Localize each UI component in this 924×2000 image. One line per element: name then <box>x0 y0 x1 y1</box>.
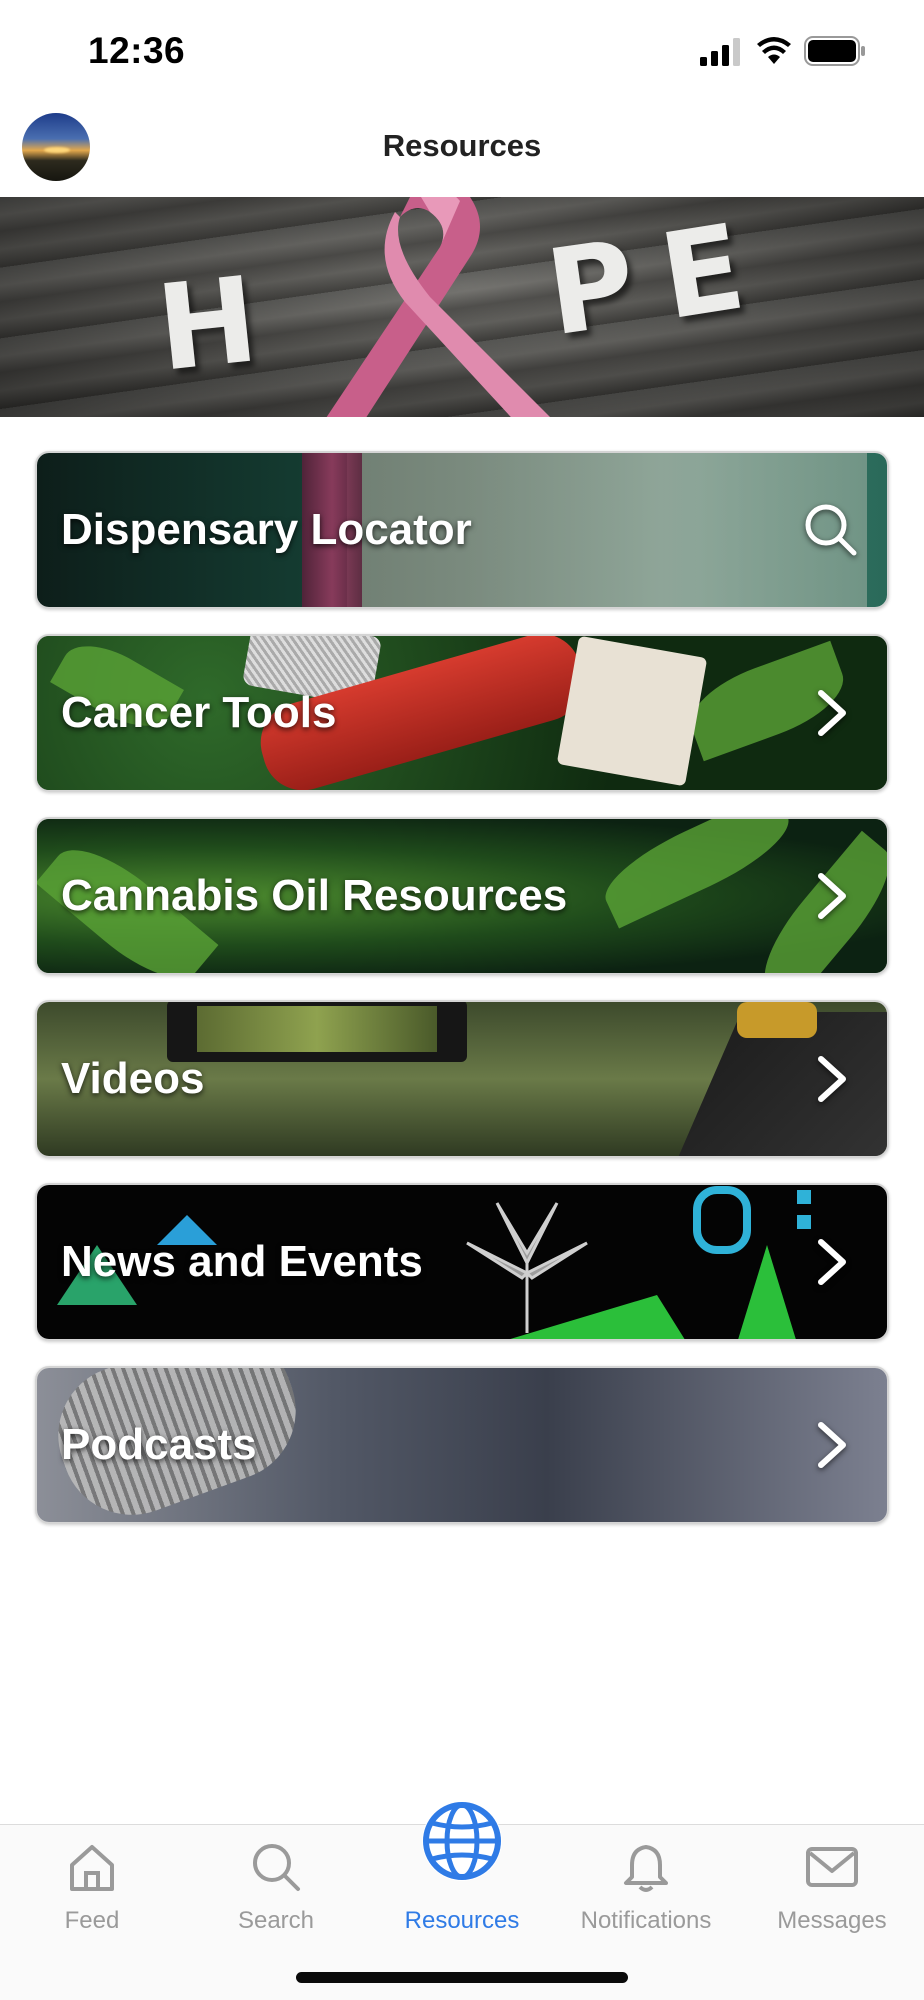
pink-ribbon-icon <box>326 197 550 417</box>
tab-feed[interactable]: Feed <box>0 1825 184 1945</box>
battery-icon <box>804 36 865 66</box>
tab-label: Feed <box>64 1907 120 1934</box>
card-label: Videos <box>61 1054 205 1103</box>
chevron-right-icon <box>818 1056 846 1102</box>
chevron-right-icon <box>818 690 846 736</box>
bell-icon <box>624 1845 668 1892</box>
card-label: News and Events <box>61 1237 423 1286</box>
videos-card[interactable]: Videos <box>35 1000 889 1158</box>
status-time: 12:36 <box>88 30 186 71</box>
wifi-icon <box>757 37 791 64</box>
tab-label: Messages <box>777 1907 887 1934</box>
card-knob <box>737 1002 817 1038</box>
hope-banner-image: H P E <box>0 197 924 417</box>
cannabis-oil-resources-card[interactable]: Cannabis Oil Resources <box>35 817 889 975</box>
home-indicator[interactable] <box>296 1972 628 1983</box>
dispensary-locator-card[interactable]: Dispensary Locator <box>35 451 889 609</box>
chevron-right-icon <box>818 873 846 919</box>
tab-notifications[interactable]: Notifications <box>554 1825 738 1945</box>
leaf-shape <box>593 819 801 929</box>
news-and-events-card[interactable]: News and Events <box>35 1183 889 1341</box>
card-screen <box>197 1006 437 1052</box>
card-label: Cannabis Oil Resources <box>61 871 568 920</box>
card-label: Cancer Tools <box>61 688 337 737</box>
tab-label: Notifications <box>580 1907 712 1934</box>
chevron-right-icon <box>818 1239 846 1285</box>
cellular-signal-icon <box>700 38 740 66</box>
podcasts-card[interactable]: Podcasts <box>35 1366 889 1524</box>
search-icon <box>253 1844 300 1891</box>
hero-letter-h: H <box>151 250 264 398</box>
tab-label: Resources <box>404 1907 520 1934</box>
card-label: Dispensary Locator <box>61 505 472 554</box>
cancer-tools-card[interactable]: Cancer Tools <box>35 634 889 792</box>
card-packet <box>556 636 708 787</box>
status-bar: 12:36 <box>0 0 924 100</box>
page-title: Resources <box>382 128 542 163</box>
tab-label: Search <box>237 1907 315 1934</box>
tab-search[interactable]: Search <box>184 1825 368 1945</box>
hero-letter-e: E <box>651 197 753 347</box>
globe-icon <box>422 1801 502 1881</box>
card-label: Podcasts <box>61 1420 257 1469</box>
tab-messages[interactable]: Messages <box>740 1825 924 1945</box>
envelope-icon <box>806 1847 858 1887</box>
home-icon <box>70 1845 114 1891</box>
chevron-right-icon <box>818 1422 846 1468</box>
app-header: Resources <box>0 100 924 196</box>
search-icon <box>805 504 857 556</box>
cannabis-leaf-icon <box>466 1202 588 1333</box>
tab-resources[interactable]: Resources <box>370 1801 554 1945</box>
